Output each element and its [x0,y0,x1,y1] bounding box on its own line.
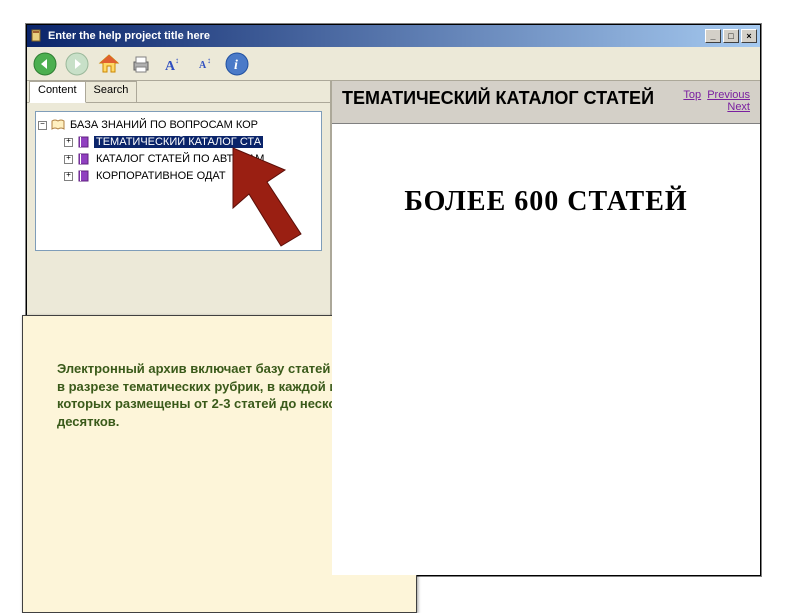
print-button[interactable] [129,52,153,76]
collapse-icon[interactable]: − [38,121,47,130]
maximize-button[interactable]: □ [723,29,739,43]
tree-item-label: ТЕМАТИЧЕСКИЙ КАТАЛОГ СТА [94,136,263,148]
content-pane: ТЕМАТИЧЕСКИЙ КАТАЛОГ СТАТЕЙ Top Previous… [332,81,760,575]
main-layout: Content Search − БАЗА ЗНАНИЙ ПО ВОПРОСАМ… [27,81,760,575]
tab-search[interactable]: Search [85,81,138,102]
content-heading: ТЕМАТИЧЕСКИЙ КАТАЛОГ СТАТЕЙ [342,89,680,108]
expand-icon[interactable]: + [64,172,73,181]
titlebar[interactable]: Enter the help project title here _ □ × [27,25,760,47]
font-increase-button[interactable]: A↕ [161,52,185,76]
back-button[interactable] [33,52,57,76]
open-book-icon [51,119,65,131]
home-button[interactable] [97,52,121,76]
content-nav-links: Top Previous Next [680,89,750,113]
tab-content[interactable]: Content [29,81,86,103]
tree-item[interactable]: + КАТАЛОГ СТАТЕЙ ПО АВТОРАМ [64,151,319,167]
minimize-button[interactable]: _ [705,29,721,43]
nav-next-link[interactable]: Next [727,101,750,113]
svg-text:↕: ↕ [207,56,211,65]
info-button[interactable]: i [225,52,249,76]
content-header: ТЕМАТИЧЕСКИЙ КАТАЛОГ СТАТЕЙ Top Previous… [332,81,760,124]
closed-book-icon [77,153,91,165]
closed-book-icon [77,170,91,182]
tree-item[interactable]: + ТЕМАТИЧЕСКИЙ КАТАЛОГ СТА [64,134,319,150]
closed-book-icon [77,136,91,148]
tree-root-label: БАЗА ЗНАНИЙ ПО ВОПРОСАМ КОР [68,119,260,131]
tree-root[interactable]: − БАЗА ЗНАНИЙ ПО ВОПРОСАМ КОР [38,117,319,133]
tree-view[interactable]: − БАЗА ЗНАНИЙ ПО ВОПРОСАМ КОР + ТЕМАТИЧЕ… [35,111,322,251]
expand-icon[interactable]: + [64,138,73,147]
content-banner: БОЛЕЕ 600 СТАТЕЙ [332,186,760,218]
help-window: Enter the help project title here _ □ × … [26,24,761,576]
nav-top-link[interactable]: Top [683,89,701,101]
expand-icon[interactable]: + [64,155,73,164]
forward-button[interactable] [65,52,89,76]
nav-previous-link[interactable]: Previous [707,89,750,101]
window-controls: _ □ × [705,29,757,43]
svg-text:A: A [199,60,207,71]
navigation-pane: Content Search − БАЗА ЗНАНИЙ ПО ВОПРОСАМ… [27,81,332,575]
toolbar: A↕ A↕ i [27,47,760,81]
window-title: Enter the help project title here [48,30,705,42]
tree-item-label: КАТАЛОГ СТАТЕЙ ПО АВТОРАМ [94,153,266,165]
font-decrease-button[interactable]: A↕ [193,52,217,76]
svg-text:↕: ↕ [175,56,179,65]
app-icon [30,29,44,43]
nav-tabs: Content Search [27,81,330,103]
tree-item[interactable]: + КОРПОРАТИВНОЕ ОДАТ [64,168,319,184]
tree-item-label: КОРПОРАТИВНОЕ ОДАТ [94,170,228,182]
close-button[interactable]: × [741,29,757,43]
svg-text:i: i [234,58,238,73]
